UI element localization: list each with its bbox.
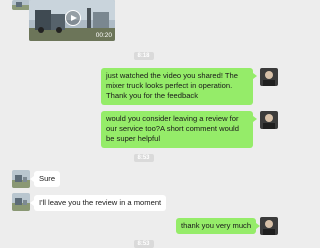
sent-message[interactable]: would you consider leaving a review for … — [101, 111, 257, 148]
sent-message[interactable]: just watched the video you shared! The m… — [101, 68, 257, 105]
contact-avatar[interactable] — [12, 0, 30, 10]
received-message[interactable]: I'll leave you the review in a moment — [29, 195, 167, 212]
contact-avatar[interactable] — [12, 170, 30, 188]
timestamp: 8:53 — [133, 154, 154, 162]
timestamp: 8:53 — [133, 240, 154, 248]
contact-avatar[interactable] — [12, 193, 30, 211]
play-icon[interactable] — [65, 10, 81, 26]
video-duration: 00:20 — [95, 32, 112, 39]
my-avatar[interactable] — [260, 68, 278, 86]
my-avatar[interactable] — [260, 111, 278, 129]
received-message[interactable]: Sure — [29, 171, 61, 188]
sent-message[interactable]: thank you very much — [176, 218, 261, 235]
my-avatar[interactable] — [260, 217, 278, 235]
timestamp: 8:18 — [133, 52, 154, 60]
video-message[interactable]: 00:20 — [29, 0, 115, 41]
